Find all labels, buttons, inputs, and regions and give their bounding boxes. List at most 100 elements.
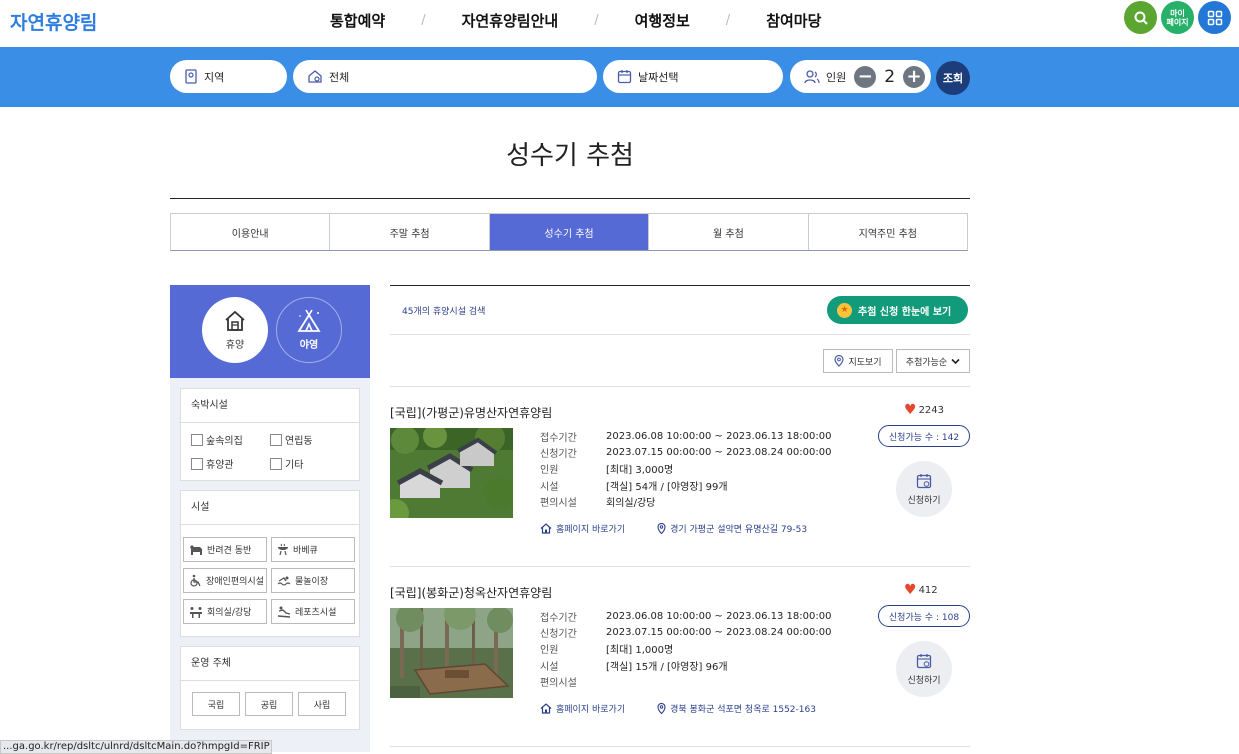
forest-name[interactable]: [국립](봉화군)청옥산자연휴양림 [390,584,552,601]
facility-bbq-button[interactable]: 바베큐 [271,537,355,562]
facility-water-play-button[interactable]: 물놀이장 [271,568,355,593]
grill-icon [278,543,288,556]
info-key: 시설 [540,481,559,493]
facility-label: 바베큐 [293,546,318,556]
tab-local-resident[interactable]: 지역주민 추첨 [808,214,968,250]
checkbox-label: 숲속의집 [206,436,243,447]
facility-meeting-room-button[interactable]: 회의실/강당 [183,599,267,624]
capacity: [최대] 3,000명 [606,465,674,477]
date-select[interactable]: 날짜선택 [603,60,783,93]
like-count[interactable]: ♥ 412 [904,582,938,598]
address-label: 경북 봉화군 석포면 청옥로 1552-163 [670,705,816,715]
result-card: [국립](가평군)유명산자연휴양림 ♥ 2243 접수기간 2023.06.08 1… [390,403,970,564]
type-select[interactable]: 전체 [293,60,597,93]
region-select[interactable]: 지역 [170,60,287,93]
facility-count: [객실] 15개 / [야영장] 96개 [606,661,728,673]
map-view-button[interactable]: 지도보기 [823,349,893,373]
amenities: 회의실/강당 [606,497,656,509]
lodging-checkbox-other[interactable]: 기타 [270,456,303,471]
chevron-down-icon [951,358,960,364]
operator-public-button[interactable]: 공립 [245,692,293,716]
divider [390,746,970,747]
search-icon [1134,11,1148,25]
forest-name[interactable]: [국립](가평군)유명산자연휴양림 [390,404,552,421]
increase-button[interactable]: + [903,65,926,88]
tab-monthly[interactable]: 월 추첨 [649,214,809,250]
lottery-tabs: 이용안내 주말 추첨 성수기 추첨 월 추첨 지역주민 추첨 [170,213,968,251]
search-bar: 지역 전체 날짜선택 인원 − 2 + 조회 [0,47,1239,107]
tab-guide[interactable]: 이용안내 [171,214,331,250]
nav-item-community[interactable]: 참여마당 [766,10,821,31]
people-icon [804,70,820,84]
map-pin-icon [657,703,666,714]
facility-pet-button[interactable]: 반려견 동반 [183,537,267,562]
facility-label: 레포츠시설 [295,608,337,618]
calendar-check-icon [916,473,932,488]
sports-icon [277,606,291,618]
header-icons: 마이 페이지 [1124,1,1231,34]
page-title: 성수기 추첨 [506,141,634,171]
info-key: 신청기간 [540,628,577,640]
mode-camping-label: 야영 [299,340,319,351]
lottery-summary-button[interactable]: ★ 추첨 신청 한눈에 보기 [827,296,968,324]
homepage-link[interactable]: 홈페이지 바로가기 [540,702,641,715]
nav-item-reservation[interactable]: 통합예약 [330,10,385,31]
card-links: 홈페이지 바로가기 경기 가평군 설악면 유명산길 79-53 [540,522,839,535]
info-key: 시설 [540,661,559,673]
decrease-button[interactable]: − [854,65,877,88]
checkbox-label: 기타 [285,460,304,471]
home-pin-icon [308,70,322,83]
menu-grid-button[interactable] [1198,1,1231,34]
lodging-checkbox-hall[interactable]: 휴양관 [191,456,234,471]
application-period: 2023.07.15 00:00:00 ~ 2023.08.24 00:00:0… [606,446,832,458]
people-count: 2 [884,66,896,87]
divider [390,386,970,387]
facility-leisure-sports-button[interactable]: 레포츠시설 [271,599,355,624]
search-submit-button[interactable]: 조회 [936,61,970,95]
home-icon [540,703,552,714]
forest-thumbnail[interactable] [390,608,513,698]
forest-thumbnail[interactable] [390,428,513,518]
checkbox[interactable] [191,433,203,446]
homepage-link[interactable]: 홈페이지 바로가기 [540,522,641,535]
divider [390,566,970,567]
sort-select[interactable]: 추첨가능순 [896,349,970,373]
mypage-button[interactable]: 마이 페이지 [1161,1,1194,34]
heart-icon: ♥ [904,582,917,598]
mode-camping-button[interactable]: 야영 [276,297,342,363]
title-divider [170,198,970,199]
checkbox[interactable] [270,457,282,470]
address-link[interactable]: 경기 가평군 설악면 유명산길 79-53 [657,522,823,535]
apply-button[interactable]: 신청하기 [896,461,952,517]
nav-item-travel[interactable]: 여행정보 [635,10,690,31]
search-icon-button[interactable] [1124,1,1157,34]
address-label: 경기 가평군 설악면 유명산길 79-53 [670,525,808,535]
lodging-checkbox-row-house[interactable]: 연립동 [270,432,313,447]
star-icon: ★ [837,302,852,318]
like-count[interactable]: ♥ 2243 [904,403,944,417]
logo[interactable]: 자연휴양림 [10,8,97,35]
capacity: [최대] 1,000명 [606,645,674,657]
tab-weekend[interactable]: 주말 추첨 [330,214,490,250]
header: 자연휴양림 통합예약 / 자연휴양림안내 / 여행정보 / 참여마당 마이 페이… [0,0,1239,47]
lodging-checkbox-forest-house[interactable]: 숲속의집 [191,432,243,447]
nav-separator: / [725,13,731,28]
facility-accessible-button[interactable]: 장애인편의시설 [183,568,267,593]
operator-national-button[interactable]: 국립 [192,692,240,716]
reception-period: 2023.06.08 10:00:00 ~ 2023.06.13 18:00:0… [606,430,832,442]
facility-filter: 시설 반려견 동반 바베큐 장애인편의시설 물놀이장 회의실/강당 레포츠시설 [180,490,360,637]
calendar-icon [617,70,632,84]
tab-peak-season[interactable]: 성수기 추첨 [489,214,650,250]
address-link[interactable]: 경북 봉화군 석포면 청옥로 1552-163 [657,702,832,715]
people-label: 인원 [826,70,847,84]
checkbox[interactable] [270,433,282,446]
mode-recreation-button[interactable]: 휴양 [202,297,268,363]
operator-filter: 운영 주체 국립 공립 사립 [180,646,360,730]
info-key: 접수기간 [540,612,577,624]
available-count-badge: 신청가능 수 : 142 [878,425,970,447]
results-divider [390,285,970,286]
checkbox[interactable] [191,457,203,470]
apply-button[interactable]: 신청하기 [896,641,952,697]
operator-private-button[interactable]: 사립 [298,692,346,716]
nav-item-forest-info[interactable]: 자연휴양림안내 [462,10,559,31]
